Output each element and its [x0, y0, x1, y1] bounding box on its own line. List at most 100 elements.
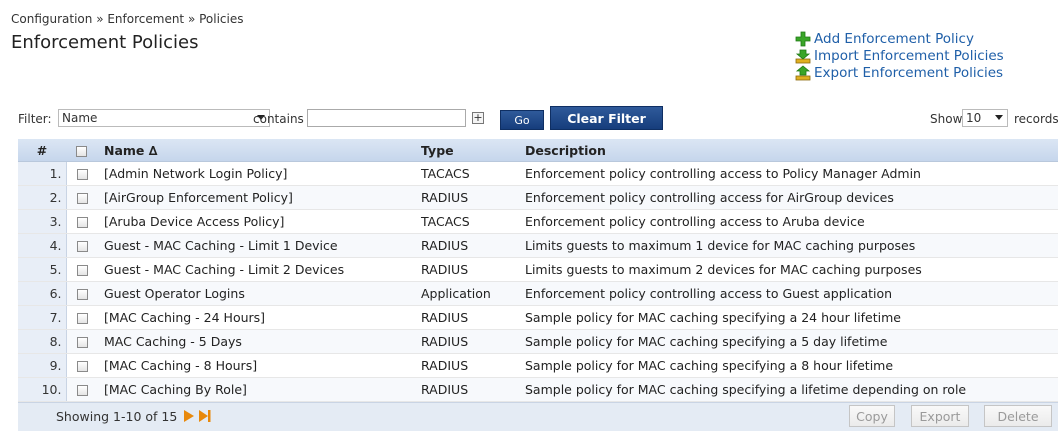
policy-type: RADIUS — [421, 185, 525, 210]
import-enforcement-policies-label[interactable]: Import Enforcement Policies — [814, 48, 1004, 64]
select-all-checkbox[interactable] — [76, 145, 87, 157]
policy-name[interactable]: [Admin Network Login Policy] — [104, 161, 421, 186]
row-checkbox[interactable] — [76, 265, 88, 276]
column-header-number: # — [18, 139, 66, 162]
policy-name[interactable]: [MAC Caching - 24 Hours] — [104, 305, 421, 330]
table-row[interactable]: 1. [Admin Network Login Policy] TACACS E… — [18, 161, 1058, 186]
row-number: 6. — [18, 281, 67, 306]
breadcrumb: Configuration » Enforcement » Policies — [11, 12, 244, 26]
row-number: 4. — [18, 233, 67, 258]
add-enforcement-policy-label[interactable]: Add Enforcement Policy — [814, 31, 974, 47]
row-checkbox[interactable] — [76, 241, 88, 252]
policy-type: RADIUS — [421, 329, 525, 354]
table-row[interactable]: 8. MAC Caching - 5 Days RADIUS Sample po… — [18, 329, 1058, 354]
policy-name[interactable]: MAC Caching - 5 Days — [104, 329, 421, 354]
table-row[interactable]: 9. [MAC Caching - 8 Hours] RADIUS Sample… — [18, 353, 1058, 378]
column-header-description[interactable]: Description — [525, 139, 1058, 162]
select-all-cell — [66, 139, 104, 162]
policy-name[interactable]: [MAC Caching - 8 Hours] — [104, 353, 421, 378]
import-enforcement-policies-link[interactable]: Import Enforcement Policies — [795, 47, 1004, 64]
row-select-cell — [66, 329, 104, 354]
table-row[interactable]: 5. Guest - MAC Caching - Limit 2 Devices… — [18, 257, 1058, 282]
row-number: 3. — [18, 209, 67, 234]
add-enforcement-policy-link[interactable]: Add Enforcement Policy — [795, 30, 1004, 47]
policy-name[interactable]: [AirGroup Enforcement Policy] — [104, 185, 421, 210]
policy-name[interactable]: Guest Operator Logins — [104, 281, 421, 306]
row-number: 1. — [18, 161, 67, 186]
filter-value-input[interactable] — [307, 109, 466, 127]
row-number: 8. — [18, 329, 67, 354]
policy-description: Sample policy for MAC caching specifying… — [525, 305, 1058, 330]
pagination-info: Showing 1-10 of 15 — [56, 409, 211, 425]
table-row[interactable]: 6. Guest Operator Logins Application Enf… — [18, 281, 1058, 306]
add-filter-icon[interactable]: + — [472, 112, 484, 124]
policy-type: RADIUS — [421, 257, 525, 282]
row-checkbox[interactable] — [76, 337, 88, 348]
page-title: Enforcement Policies — [11, 32, 199, 53]
records-per-page-value: 10 — [966, 111, 982, 125]
policy-type: RADIUS — [421, 233, 525, 258]
policy-type: RADIUS — [421, 353, 525, 378]
row-checkbox[interactable] — [76, 385, 88, 396]
policy-description: Enforcement policy controlling access fo… — [525, 185, 1058, 210]
policy-type: TACACS — [421, 209, 525, 234]
next-page-icon[interactable] — [184, 410, 195, 425]
policy-name[interactable]: [MAC Caching By Role] — [104, 377, 421, 402]
policy-name[interactable]: Guest - MAC Caching - Limit 2 Devices — [104, 257, 421, 282]
row-number: 9. — [18, 353, 67, 378]
policy-description: Sample policy for MAC caching specifying… — [525, 377, 1058, 402]
table-row[interactable]: 3. [Aruba Device Access Policy] TACACS E… — [18, 209, 1058, 234]
table-row[interactable]: 2. [AirGroup Enforcement Policy] RADIUS … — [18, 185, 1058, 210]
policy-type: RADIUS — [421, 377, 525, 402]
row-checkbox[interactable] — [76, 313, 88, 324]
row-checkbox[interactable] — [76, 169, 88, 180]
table-row[interactable]: 7. [MAC Caching - 24 Hours] RADIUS Sampl… — [18, 305, 1058, 330]
clear-filter-button[interactable]: Clear Filter — [550, 106, 663, 130]
filter-field-select[interactable]: Name — [58, 109, 270, 127]
row-select-cell — [66, 257, 104, 282]
filter-field-value: Name — [62, 111, 98, 125]
last-page-icon[interactable] — [199, 410, 211, 425]
import-icon — [795, 48, 811, 64]
row-checkbox[interactable] — [76, 217, 88, 228]
row-number: 10. — [18, 377, 67, 402]
column-header-type[interactable]: Type — [421, 139, 525, 162]
go-button[interactable]: Go — [500, 110, 544, 130]
row-checkbox[interactable] — [76, 289, 88, 300]
table-row[interactable]: 4. Guest - MAC Caching - Limit 1 Device … — [18, 233, 1058, 258]
copy-button[interactable]: Copy — [849, 405, 895, 427]
row-select-cell — [66, 281, 104, 306]
policy-description: Enforcement policy controlling access to… — [525, 161, 1058, 186]
policy-description: Enforcement policy controlling access to… — [525, 281, 1058, 306]
export-enforcement-policies-label[interactable]: Export Enforcement Policies — [814, 65, 1003, 81]
records-per-page-select[interactable]: 10 — [962, 109, 1008, 127]
records-label: records — [1014, 112, 1058, 126]
export-icon — [795, 64, 811, 81]
policy-description: Enforcement policy controlling access to… — [525, 209, 1058, 234]
row-select-cell — [66, 209, 104, 234]
row-checkbox[interactable] — [76, 361, 88, 372]
row-number: 7. — [18, 305, 67, 330]
policy-name[interactable]: Guest - MAC Caching - Limit 1 Device — [104, 233, 421, 258]
chevron-down-icon — [995, 115, 1003, 120]
row-select-cell — [66, 233, 104, 258]
export-button[interactable]: Export — [911, 405, 969, 427]
table-header-row: # Name ∆ Type Description — [18, 139, 1058, 162]
row-select-cell — [66, 353, 104, 378]
row-number: 5. — [18, 257, 67, 282]
policy-description: Sample policy for MAC caching specifying… — [525, 329, 1058, 354]
export-enforcement-policies-link[interactable]: Export Enforcement Policies — [795, 64, 1004, 81]
column-header-name[interactable]: Name ∆ — [104, 139, 421, 162]
row-checkbox[interactable] — [76, 193, 88, 204]
table-footer: Showing 1-10 of 15 Copy Export Delete — [18, 402, 1058, 431]
table-row[interactable]: 10. [MAC Caching By Role] RADIUS Sample … — [18, 377, 1058, 402]
delete-button[interactable]: Delete — [984, 405, 1052, 427]
policy-description: Sample policy for MAC caching specifying… — [525, 353, 1058, 378]
filter-operator-label: contains — [253, 112, 304, 126]
row-select-cell — [66, 377, 104, 402]
policy-description: Limits guests to maximum 2 devices for M… — [525, 257, 1058, 282]
add-icon — [795, 31, 811, 47]
policy-name[interactable]: [Aruba Device Access Policy] — [104, 209, 421, 234]
filter-bar: Filter: Name contains + Go Clear Filter … — [18, 106, 1058, 131]
policy-type: Application — [421, 281, 525, 306]
